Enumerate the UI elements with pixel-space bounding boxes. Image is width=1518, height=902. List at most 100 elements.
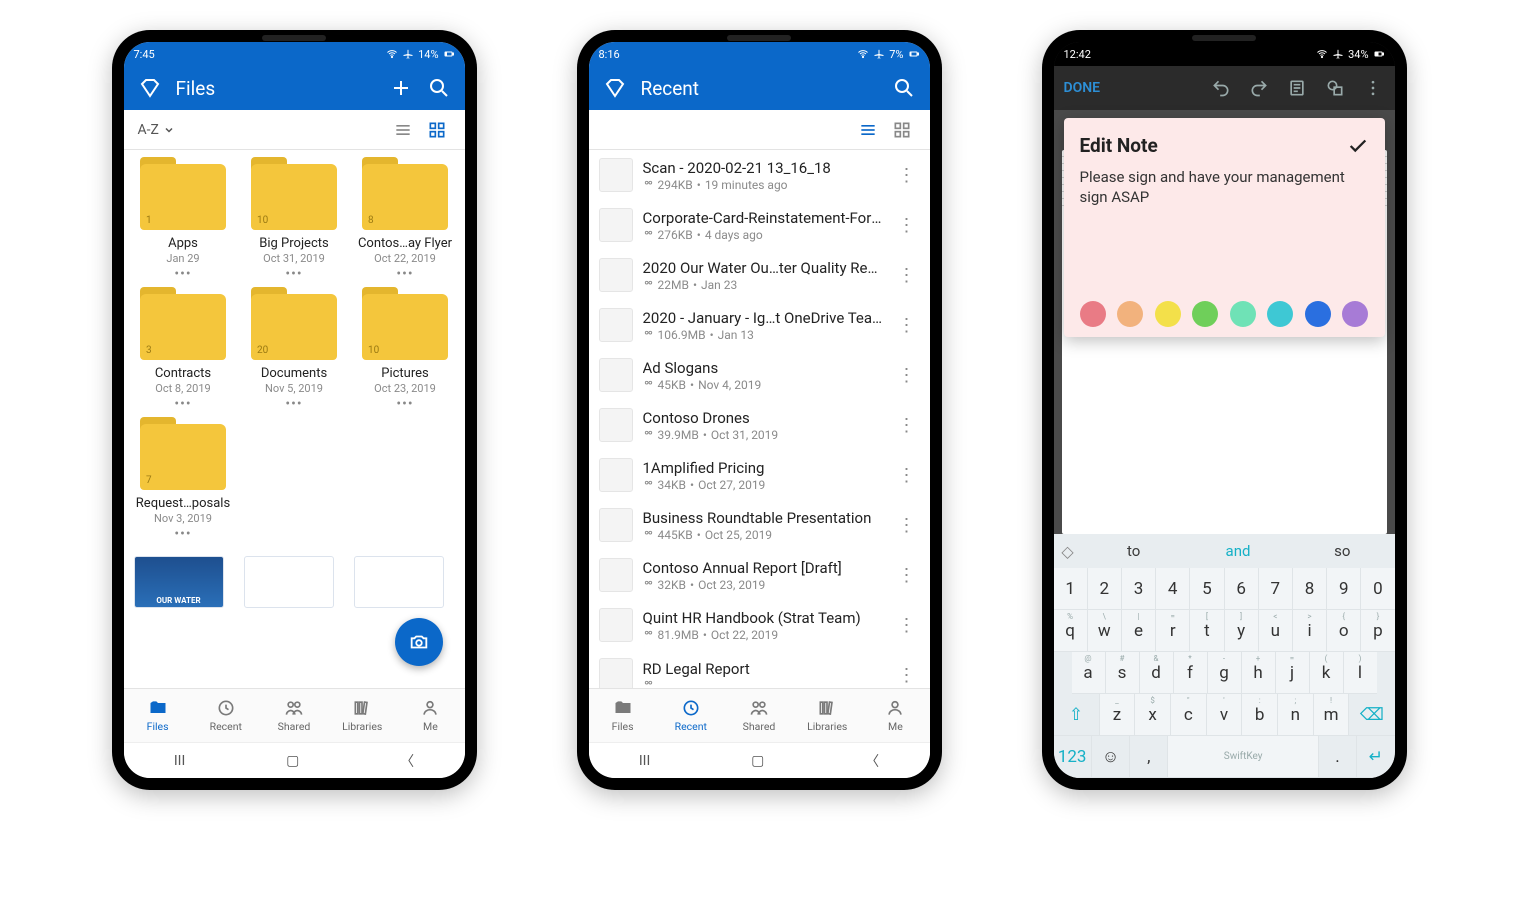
key-x[interactable]: $x xyxy=(1135,694,1171,736)
key-s[interactable]: #s xyxy=(1106,652,1140,694)
emoji-key[interactable]: ☺ xyxy=(1092,736,1130,778)
item-more-button[interactable]: ⋮ xyxy=(894,465,920,486)
nav-recent[interactable]: Recent xyxy=(657,689,725,742)
key-1[interactable]: 1 xyxy=(1054,568,1088,610)
list-item[interactable]: Contoso Annual Report [Draft] 32KB • Oct… xyxy=(589,550,930,600)
key-9[interactable]: 9 xyxy=(1327,568,1361,610)
key-j[interactable]: =j xyxy=(1276,652,1310,694)
key-a[interactable]: @a xyxy=(1072,652,1106,694)
folder-item[interactable]: 3 Contracts Oct 8, 2019 ••• xyxy=(130,290,237,416)
key-5[interactable]: 5 xyxy=(1190,568,1224,610)
item-more-button[interactable]: ⋮ xyxy=(894,365,920,386)
note-card[interactable]: Edit Note Please sign and have your mana… xyxy=(1064,118,1385,337)
key-m[interactable]: !m xyxy=(1314,694,1350,736)
comma-key[interactable]: , xyxy=(1130,736,1168,778)
key-g[interactable]: -g xyxy=(1208,652,1242,694)
key-e[interactable]: |e xyxy=(1122,610,1156,652)
folder-more-button[interactable]: ••• xyxy=(396,396,413,412)
key-4[interactable]: 4 xyxy=(1156,568,1190,610)
nav-shared[interactable]: Shared xyxy=(260,689,328,742)
key-w[interactable]: \w xyxy=(1088,610,1122,652)
shapes-icon[interactable] xyxy=(1323,76,1347,100)
add-button[interactable] xyxy=(389,76,413,100)
key-v[interactable]: 'v xyxy=(1207,694,1243,736)
color-swatch[interactable] xyxy=(1192,301,1218,327)
redo-button[interactable] xyxy=(1247,76,1271,100)
key-d[interactable]: &d xyxy=(1140,652,1174,694)
list-item[interactable]: Business Roundtable Presentation 445KB •… xyxy=(589,500,930,550)
folder-more-button[interactable]: ••• xyxy=(174,396,191,412)
color-swatch[interactable] xyxy=(1117,301,1143,327)
key-t[interactable]: [t xyxy=(1190,610,1224,652)
file-thumb[interactable] xyxy=(354,556,444,608)
item-more-button[interactable]: ⋮ xyxy=(894,315,920,336)
item-more-button[interactable]: ⋮ xyxy=(894,615,920,636)
camera-fab[interactable] xyxy=(395,618,443,666)
list-item[interactable]: Quint HR Handbook (Strat Team) 81.9MB • … xyxy=(589,600,930,650)
back-softkey[interactable]: 〈 xyxy=(865,751,879,771)
undo-button[interactable] xyxy=(1209,76,1233,100)
folder-item[interactable]: 20 Documents Nov 5, 2019 ••• xyxy=(241,290,348,416)
folder-item[interactable]: 8 Contos…ay Flyer Oct 22, 2019 ••• xyxy=(352,160,459,286)
list-item[interactable]: 1Amplified Pricing 34KB • Oct 27, 2019 ⋮ xyxy=(589,450,930,500)
check-icon[interactable] xyxy=(1347,135,1369,157)
premium-icon[interactable] xyxy=(138,76,162,100)
search-button[interactable] xyxy=(427,76,451,100)
key-h[interactable]: +h xyxy=(1242,652,1276,694)
home-softkey[interactable]: ▢ xyxy=(286,753,299,769)
color-swatch[interactable] xyxy=(1305,301,1331,327)
key-i[interactable]: >i xyxy=(1293,610,1327,652)
list-item[interactable]: Ad Slogans 45KB • Nov 4, 2019 ⋮ xyxy=(589,350,930,400)
key-c[interactable]: "c xyxy=(1171,694,1207,736)
list-view-button[interactable] xyxy=(389,116,417,144)
color-swatch[interactable] xyxy=(1155,301,1181,327)
folder-item[interactable]: 7 Request…posals Nov 3, 2019 ••• xyxy=(130,420,237,546)
recents-softkey[interactable]: III xyxy=(174,753,185,769)
list-item[interactable]: 2020 - January - Ig…t OneDrive Teams 106… xyxy=(589,300,930,350)
key-y[interactable]: ]y xyxy=(1225,610,1259,652)
grid-view-button[interactable] xyxy=(888,116,916,144)
list-view-button[interactable] xyxy=(854,116,882,144)
item-more-button[interactable]: ⋮ xyxy=(894,565,920,586)
list-item[interactable]: Scan - 2020-02-21 13_16_18 294KB • 19 mi… xyxy=(589,150,930,200)
nav-libraries[interactable]: Libraries xyxy=(328,689,396,742)
shift-key[interactable]: ⇧ xyxy=(1054,694,1100,736)
folder-item[interactable]: 10 Big Projects Oct 31, 2019 ••• xyxy=(241,160,348,286)
suggestion[interactable]: to xyxy=(1082,542,1186,560)
symbols-key[interactable]: 123 xyxy=(1054,736,1092,778)
folder-item[interactable]: 10 Pictures Oct 23, 2019 ••• xyxy=(352,290,459,416)
suggestion[interactable]: so xyxy=(1290,542,1394,560)
folder-item[interactable]: 1 Apps Jan 29 ••• xyxy=(130,160,237,286)
key-k[interactable]: (k xyxy=(1310,652,1344,694)
color-swatch[interactable] xyxy=(1342,301,1368,327)
file-thumb[interactable] xyxy=(244,556,334,608)
search-button[interactable] xyxy=(892,76,916,100)
nav-me[interactable]: Me xyxy=(861,689,929,742)
item-more-button[interactable]: ⋮ xyxy=(894,215,920,236)
color-swatch[interactable] xyxy=(1080,301,1106,327)
list-item[interactable]: Corporate-Card-Reinstatement-Form 276KB … xyxy=(589,200,930,250)
list-item[interactable]: RD Legal Report ⋮ xyxy=(589,650,930,688)
period-key[interactable]: . xyxy=(1319,736,1357,778)
home-softkey[interactable]: ▢ xyxy=(751,753,764,769)
key-b[interactable]: :b xyxy=(1242,694,1278,736)
item-more-button[interactable]: ⋮ xyxy=(894,415,920,436)
recents-softkey[interactable]: III xyxy=(639,753,650,769)
grid-view-button[interactable] xyxy=(423,116,451,144)
key-p[interactable]: }p xyxy=(1361,610,1394,652)
file-thumb[interactable]: OUR WATER xyxy=(134,556,224,608)
nav-me[interactable]: Me xyxy=(396,689,464,742)
sort-dropdown[interactable]: A-Z xyxy=(138,122,175,138)
key-f[interactable]: *f xyxy=(1174,652,1208,694)
folder-more-button[interactable]: ••• xyxy=(396,266,413,282)
done-button[interactable]: DONE xyxy=(1064,80,1101,96)
item-more-button[interactable]: ⋮ xyxy=(894,265,920,286)
key-2[interactable]: 2 xyxy=(1088,568,1122,610)
nav-files[interactable]: Files xyxy=(589,689,657,742)
key-0[interactable]: 0 xyxy=(1361,568,1394,610)
note-body[interactable]: Please sign and have your management sig… xyxy=(1080,167,1369,287)
item-more-button[interactable]: ⋮ xyxy=(894,165,920,186)
more-button[interactable] xyxy=(1361,76,1385,100)
backspace-key[interactable]: ⌫ xyxy=(1349,694,1394,736)
list-item[interactable]: 2020 Our Water Ou…ter Quality Report 22M… xyxy=(589,250,930,300)
